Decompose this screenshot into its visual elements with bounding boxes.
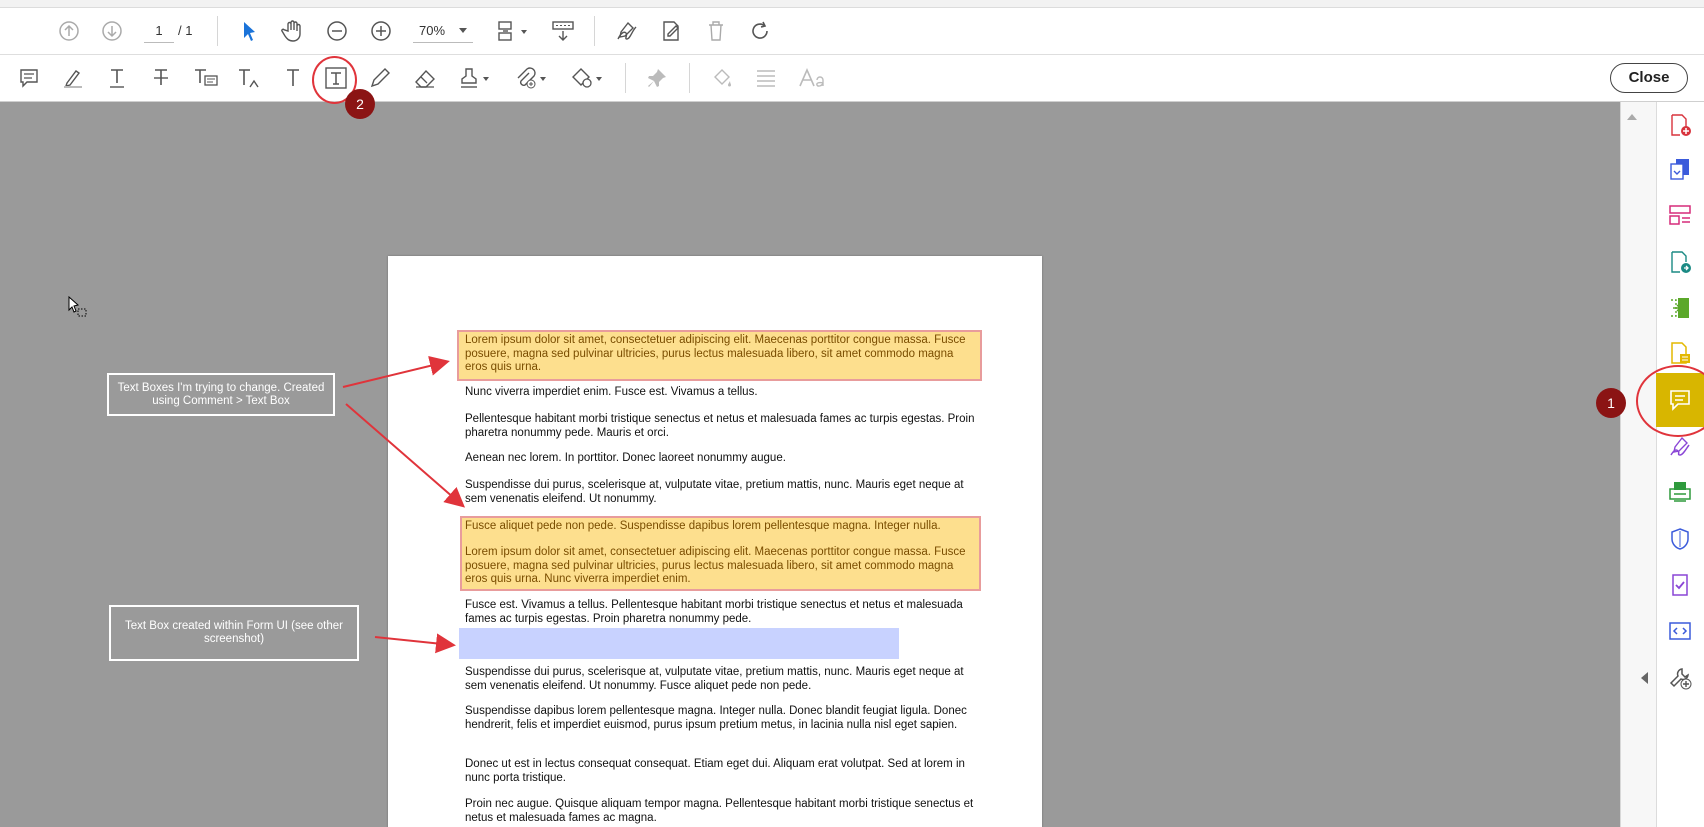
annotation-arrows [342,356,466,654]
arrow [342,356,450,388]
marquee-cursor-icon [68,295,88,323]
step-badge: 2 [345,89,375,119]
step-badge: 1 [1596,388,1626,418]
arrow [374,633,456,654]
arrow [345,403,466,508]
